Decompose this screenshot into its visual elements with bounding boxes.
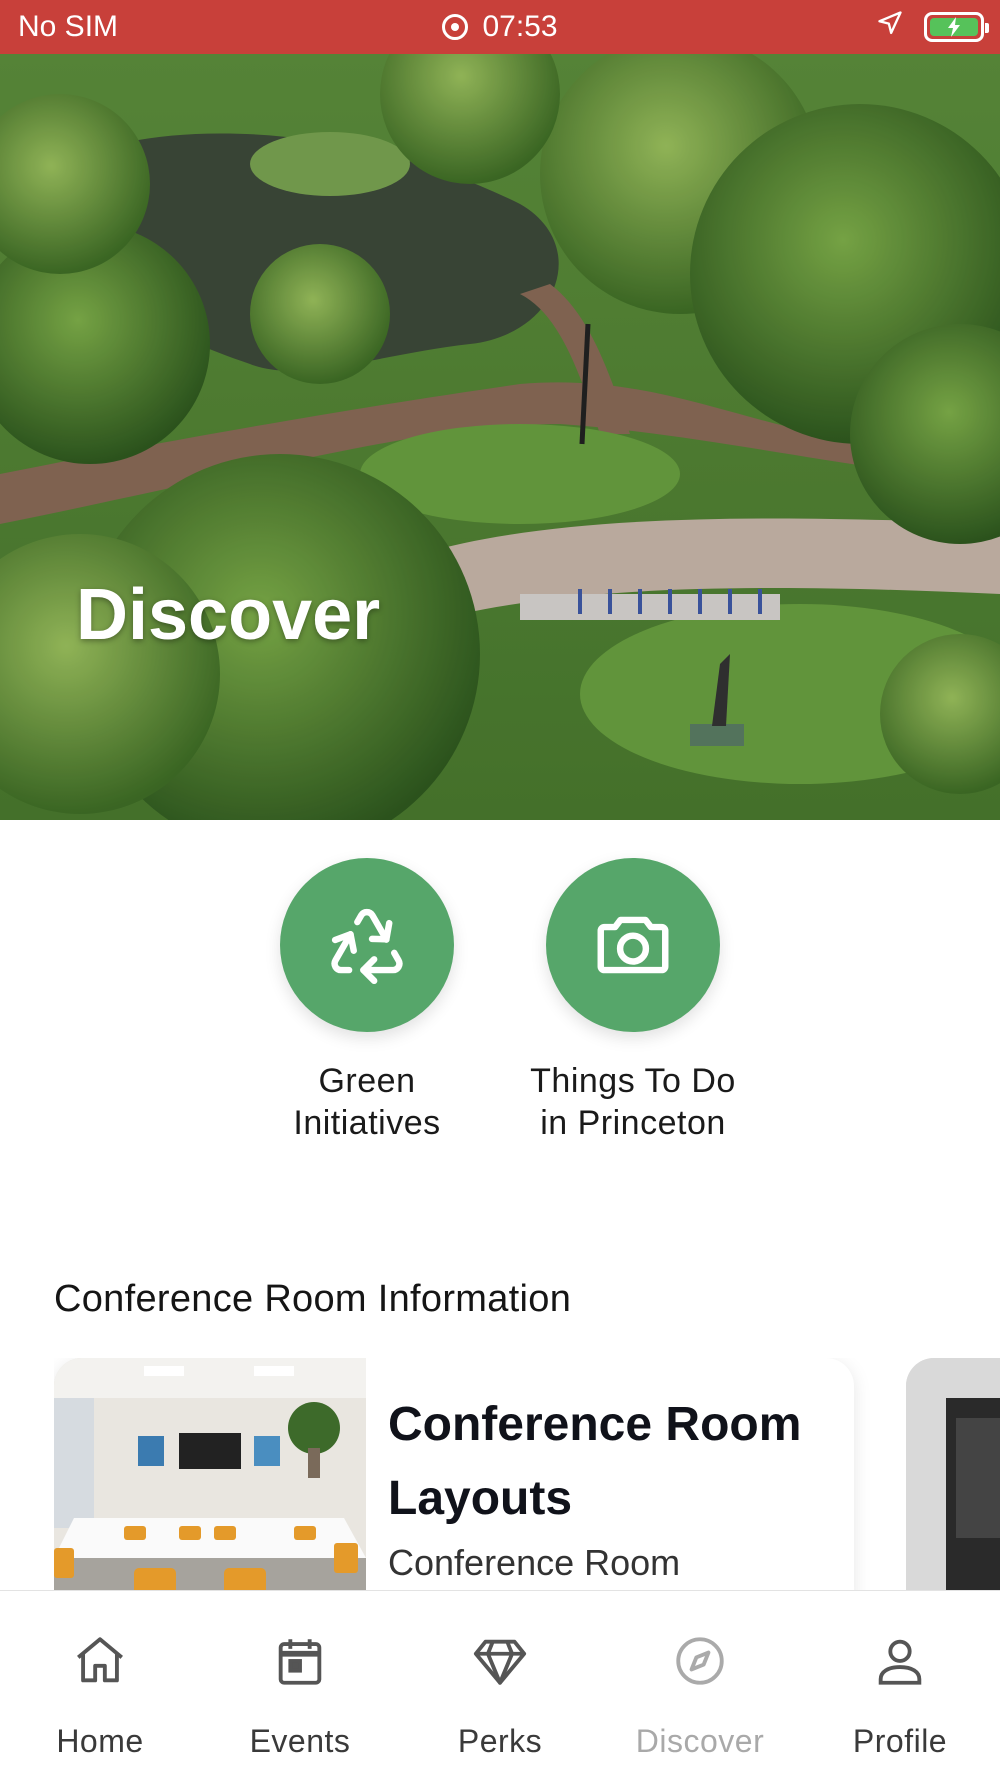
compass-icon (670, 1631, 730, 1691)
tab-home[interactable]: Home (5, 1631, 195, 1778)
section-title: Conference Room Information (54, 1278, 572, 1320)
status-time: 07:53 (482, 10, 558, 43)
quick-links: Green Initiatives Things To Do in Prince… (0, 858, 1000, 1144)
quick-link-label: Things To Do in Princeton (530, 1062, 736, 1142)
tab-events[interactable]: Events (205, 1631, 395, 1778)
quick-link-circle[interactable] (546, 858, 720, 1032)
battery-icon (924, 12, 989, 42)
calendar-icon (270, 1631, 330, 1691)
home-icon (70, 1631, 130, 1691)
tab-label: Home (56, 1723, 144, 1759)
tab-profile[interactable]: Profile (805, 1631, 995, 1778)
recycle-icon (331, 908, 403, 985)
status-center: 07:53 (0, 0, 1000, 54)
screen-recording-icon (442, 14, 469, 40)
conference-room-card[interactable]: Conference Room Layouts Conference Room (54, 1358, 854, 1590)
card-subtitle: Conference Room (388, 1542, 681, 1583)
tab-label: Profile (852, 1723, 948, 1759)
location-arrow-icon (876, 9, 904, 45)
quick-link-things-to-do[interactable]: Things To Do in Princeton (523, 858, 743, 1144)
tab-discover[interactable]: Discover (605, 1631, 795, 1778)
camera-icon (597, 916, 669, 974)
card-carousel[interactable]: Conference Room Layouts Conference Room (54, 1358, 1000, 1590)
status-bar: No SIM 07:53 (0, 0, 1000, 54)
hero-banner: Discover (0, 54, 1000, 820)
page-title: Discover (76, 575, 381, 655)
status-right (876, 9, 989, 45)
card-title: Conference Room Layouts (388, 1398, 802, 1525)
next-card-peek[interactable] (906, 1358, 1000, 1590)
diamond-icon (470, 1631, 530, 1691)
hero-park-image (0, 54, 1000, 820)
person-icon (870, 1631, 930, 1691)
tab-perks[interactable]: Perks (405, 1631, 595, 1778)
tab-label: Perks (457, 1723, 543, 1759)
quick-link-circle[interactable] (280, 858, 454, 1032)
card-image (54, 1358, 366, 1590)
card-body: Conference Room Layouts Conference Room (366, 1358, 854, 1590)
tab-label: Discover (635, 1723, 765, 1759)
quick-link-green-initiatives[interactable]: Green Initiatives (257, 858, 477, 1144)
tab-label: Events (249, 1723, 351, 1759)
quick-link-label: Green Initiatives (293, 1062, 441, 1142)
tab-bar: Home Events Perks Discover Profile (0, 1590, 1000, 1778)
